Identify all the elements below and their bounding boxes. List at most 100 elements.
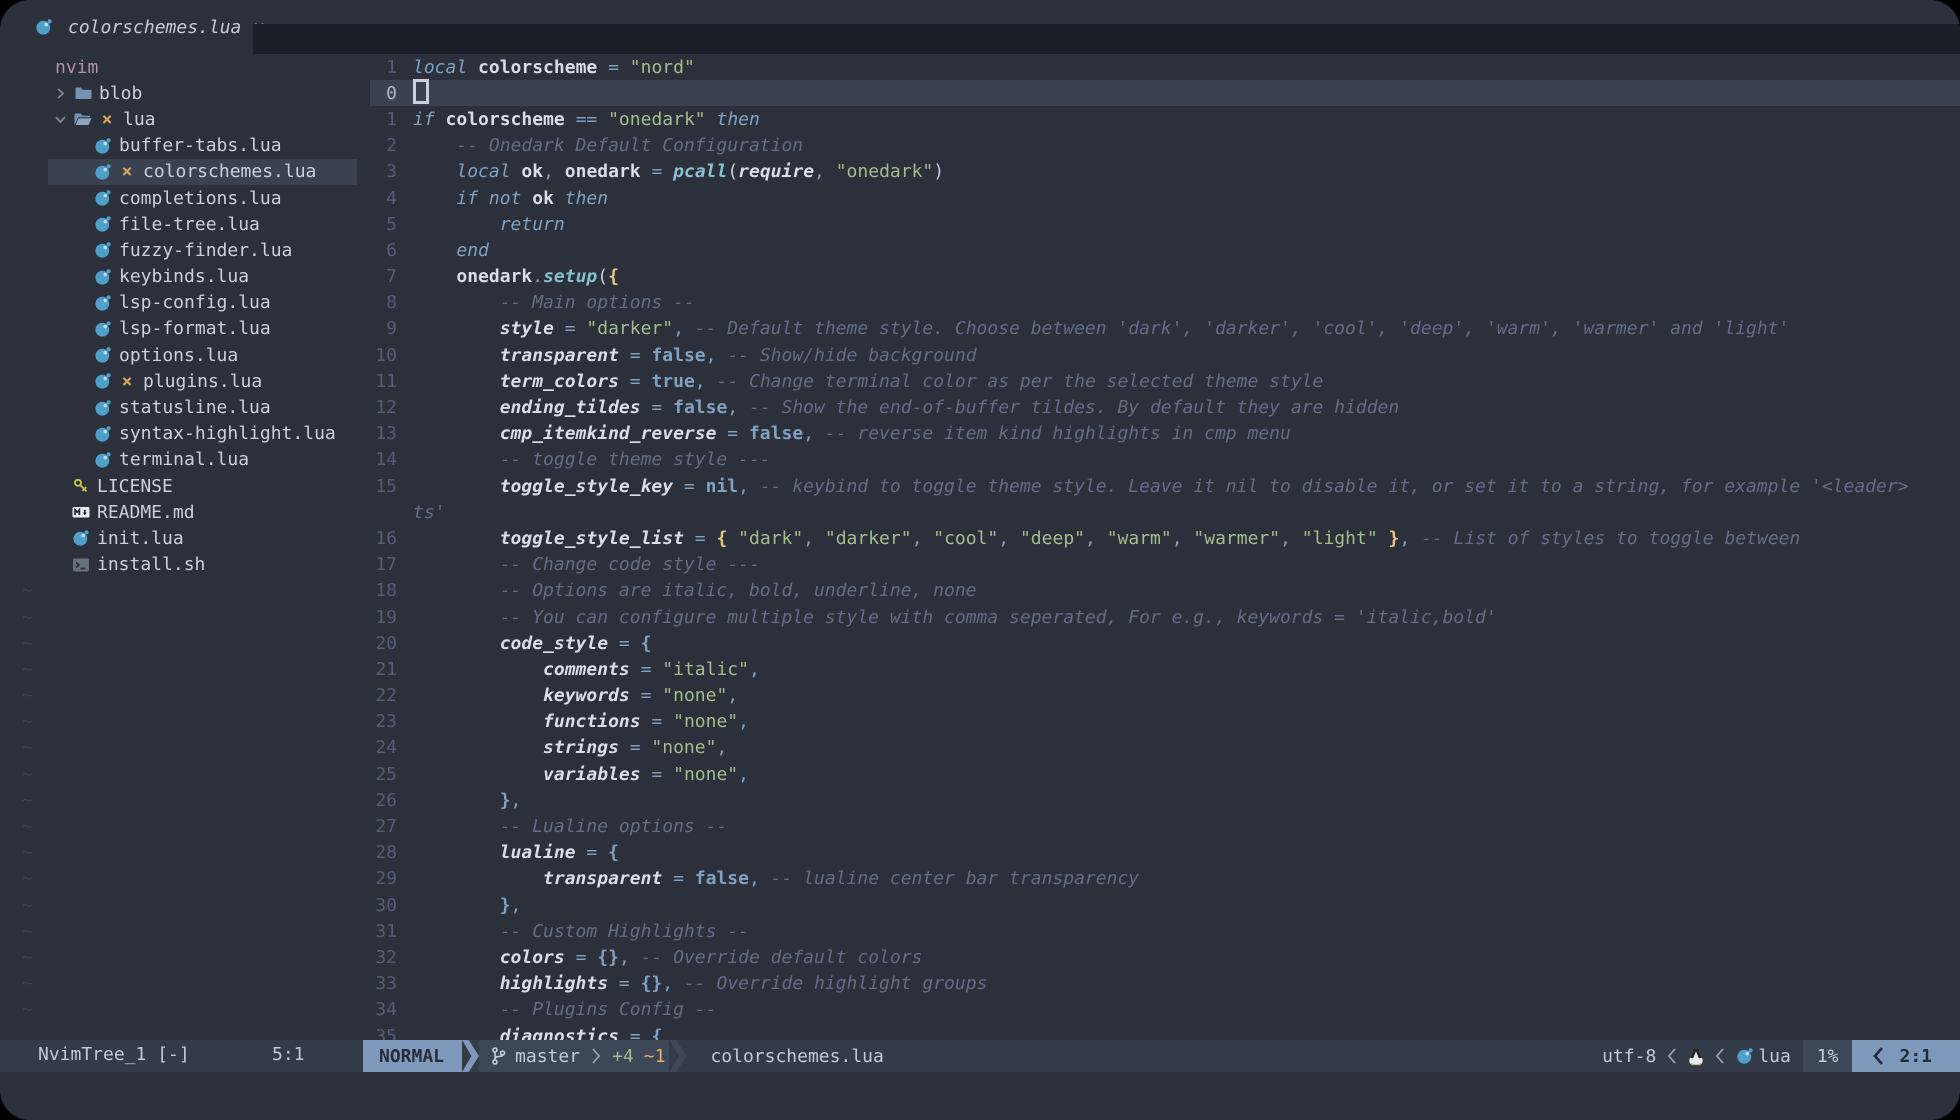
tree-item-license[interactable]: LICENSE (0, 473, 370, 499)
line-number: 29 (370, 868, 413, 889)
modified-icon: × (119, 371, 135, 392)
code-line[interactable]: 15 toggle_style_key = nil, -- keybind to… (370, 473, 1960, 499)
line-number: 1 (370, 57, 413, 78)
code-line[interactable]: 17 -- Change code style --- (370, 552, 1960, 578)
line-number: 32 (370, 947, 413, 968)
line-number: 5 (370, 214, 413, 235)
code-line[interactable]: 20 code_style = { (370, 630, 1960, 656)
code-line[interactable]: 25 variables = "none", (370, 761, 1960, 787)
powerline-separator (669, 1040, 686, 1072)
code-line[interactable]: 6 end (370, 237, 1960, 263)
code-line[interactable]: 3 local ok, onedark = pcall(require, "on… (370, 159, 1960, 185)
tree-item-readme-md[interactable]: README.md (0, 499, 370, 525)
line-number: 13 (370, 423, 413, 444)
code-line[interactable]: 10 transparent = false, -- Show/hide bac… (370, 342, 1960, 368)
code-line[interactable]: 1if colorscheme == "onedark" then (370, 106, 1960, 132)
code-line[interactable]: 7 onedark.setup({ (370, 264, 1960, 290)
code-line[interactable]: 5 return (370, 211, 1960, 237)
code-text: -- You can configure multiple style with… (413, 607, 1960, 628)
tree-item-keybinds-lua[interactable]: keybinds.lua (0, 264, 370, 290)
code-line[interactable]: 23 functions = "none", (370, 709, 1960, 735)
lua-file-icon (94, 268, 112, 286)
code-text: term_colors = true, -- Change terminal c… (413, 371, 1960, 392)
tree-item-lua[interactable]: ×lua (0, 106, 370, 132)
empty-buffer-line: ~ (0, 787, 370, 813)
code-text: if not ok then (413, 188, 1960, 209)
line-number: 28 (370, 842, 413, 863)
tree-item-fuzzy-finder-lua[interactable]: fuzzy-finder.lua (0, 237, 370, 263)
mode-indicator: NORMAL (363, 1040, 462, 1072)
code-line[interactable]: 11 term_colors = true, -- Change termina… (370, 368, 1960, 394)
chevron-right-icon (590, 1046, 602, 1066)
code-line[interactable]: 13 cmp_itemkind_reverse = false, -- reve… (370, 421, 1960, 447)
tree-item-file-tree-lua[interactable]: file-tree.lua (0, 211, 370, 237)
tree-item-label: LICENSE (97, 476, 173, 497)
code-text: keywords = "none", (413, 685, 1960, 706)
code-line[interactable]: 31 -- Custom Highlights -- (370, 918, 1960, 944)
lua-file-icon (94, 346, 112, 364)
line-number: 17 (370, 554, 413, 575)
code-line[interactable]: 30 }, (370, 892, 1960, 918)
line-number: 33 (370, 973, 413, 994)
code-line[interactable]: 21 comments = "italic", (370, 656, 1960, 682)
code-line[interactable]: 28 lualine = { (370, 840, 1960, 866)
code-line[interactable]: 2 -- Onedark Default Configuration (370, 133, 1960, 159)
tree-item-syntax-highlight-lua[interactable]: syntax-highlight.lua (0, 421, 370, 447)
statusline-buffer-name: NvimTree_1 [-] (38, 1044, 190, 1065)
code-line[interactable]: 26 }, (370, 787, 1960, 813)
tree-item-plugins-lua[interactable]: ×plugins.lua (0, 368, 370, 394)
chevron-down-icon[interactable] (53, 112, 74, 127)
git-added-count: +4 (612, 1046, 634, 1067)
tree-item-statusline-lua[interactable]: statusline.lua (0, 394, 370, 420)
tree-item-init-lua[interactable]: init.lua (0, 525, 370, 551)
code-line[interactable]: 35 diagnostics = { (370, 1023, 1960, 1040)
code-text: -- Lualine options -- (413, 816, 1960, 837)
file-tree[interactable]: nvimblob×luabuffer-tabs.lua×colorschemes… (0, 54, 370, 1040)
code-editor[interactable]: 1local colorscheme = "nord"01if colorsch… (370, 54, 1960, 1040)
statusline: NvimTree_1 [-] 5:1 NORMAL master +4 ~1 c… (0, 1040, 1960, 1072)
code-line[interactable]: 34 -- Plugins Config -- (370, 997, 1960, 1023)
command-line (0, 1072, 1960, 1120)
code-line[interactable]: 33 highlights = {}, -- Override highligh… (370, 971, 1960, 997)
lua-file-icon (94, 137, 112, 155)
tree-item-buffer-tabs-lua[interactable]: buffer-tabs.lua (0, 133, 370, 159)
tree-item-blob[interactable]: blob (0, 80, 370, 106)
code-line[interactable]: 9 style = "darker", -- Default theme sty… (370, 316, 1960, 342)
tabline: colorschemes.lua × (0, 0, 1960, 54)
tree-item-lsp-format-lua[interactable]: lsp-format.lua (0, 316, 370, 342)
code-line[interactable]: 27 -- Lualine options -- (370, 813, 1960, 839)
code-line[interactable]: 4 if not ok then (370, 185, 1960, 211)
line-number: 22 (370, 685, 413, 706)
chevron-right-icon[interactable] (53, 86, 74, 101)
line-number: 18 (370, 580, 413, 601)
code-line[interactable]: 19 -- You can configure multiple style w… (370, 604, 1960, 630)
tree-item-nvim[interactable]: nvim (0, 54, 370, 80)
code-line[interactable]: 12 ending_tildes = false, -- Show the en… (370, 394, 1960, 420)
tree-item-label: syntax-highlight.lua (119, 423, 336, 444)
code-line[interactable]: 22 keywords = "none", (370, 683, 1960, 709)
tree-item-label: colorschemes.lua (143, 161, 316, 182)
line-number: 34 (370, 999, 413, 1020)
code-line[interactable]: 32 colors = {}, -- Override default colo… (370, 944, 1960, 970)
tab-colorschemes[interactable]: colorschemes.lua × (0, 0, 253, 54)
tree-item-install-sh[interactable]: install.sh (0, 552, 370, 578)
code-line-current[interactable]: 0 (370, 80, 1960, 106)
tree-item-terminal-lua[interactable]: terminal.lua (0, 447, 370, 473)
code-line[interactable]: 24 strings = "none", (370, 735, 1960, 761)
code-text: -- Change code style --- (413, 554, 1960, 575)
code-line[interactable]: 18 -- Options are italic, bold, underlin… (370, 578, 1960, 604)
tree-item-lsp-config-lua[interactable]: lsp-config.lua (0, 290, 370, 316)
code-line[interactable]: 29 transparent = false, -- lualine cente… (370, 866, 1960, 892)
code-line[interactable]: 16 toggle_style_list = { "dark", "darker… (370, 525, 1960, 551)
empty-buffer-line: ~ (0, 604, 370, 630)
code-line[interactable]: 8 -- Main options -- (370, 290, 1960, 316)
tree-item-options-lua[interactable]: options.lua (0, 342, 370, 368)
code-text: diagnostics = { (413, 1026, 1960, 1040)
text-cursor (413, 79, 429, 104)
code-line[interactable]: 1local colorscheme = "nord" (370, 54, 1960, 80)
line-number: 23 (370, 711, 413, 732)
tree-item-colorschemes-lua[interactable]: ×colorschemes.lua (0, 159, 370, 185)
code-line[interactable]: ts' (370, 499, 1960, 525)
tree-item-completions-lua[interactable]: completions.lua (0, 185, 370, 211)
code-line[interactable]: 14 -- toggle theme style --- (370, 447, 1960, 473)
